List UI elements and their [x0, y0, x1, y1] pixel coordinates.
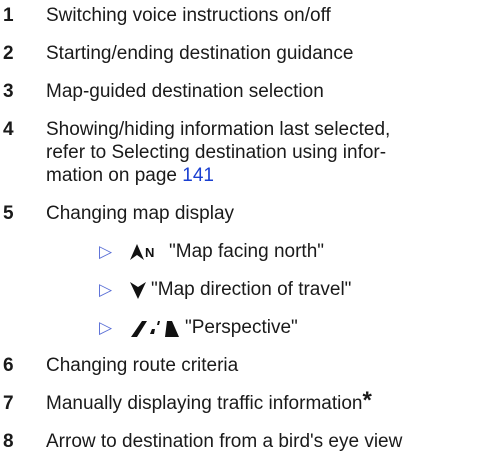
page-link[interactable]: 141 — [182, 165, 214, 186]
item-text: Showing/hiding information last selected… — [46, 118, 475, 187]
map-option-label: "Map direction of travel" — [151, 279, 352, 300]
item-text: Manually displaying traffic information* — [46, 389, 475, 415]
bullet-triangle-icon: ▷ — [99, 318, 113, 337]
item-text-line: Showing/hiding information last selected… — [46, 119, 391, 140]
item-number: 7 — [3, 393, 14, 414]
svg-text:N: N — [145, 245, 154, 260]
map-option-label: "Perspective" — [185, 317, 298, 338]
bullet-triangle-icon: ▷ — [99, 242, 113, 261]
direction-arrow-icon — [130, 281, 146, 299]
item-text-line: refer to Selecting destination using inf… — [46, 142, 387, 163]
item-text: Arrow to destination from a bird's eye v… — [46, 431, 403, 452]
item-text-line: mation on page — [46, 165, 183, 186]
perspective-road-icon — [131, 320, 179, 337]
item-number: 2 — [3, 43, 14, 64]
map-option-perspective: ▷ "Perspective" — [99, 316, 298, 339]
item-number: 1 — [3, 5, 14, 26]
map-option-north: ▷ N "Map facing north" — [99, 240, 324, 263]
item-text: Starting/ending destination guidance — [46, 43, 354, 64]
map-option-direction: ▷ "Map direction of travel" — [99, 278, 351, 301]
item-text: Changing route criteria — [46, 355, 239, 376]
item-number: 4 — [3, 119, 14, 140]
item-text: Switching voice instructions on/off — [46, 5, 331, 26]
option-marker: * — [362, 387, 372, 414]
north-arrow-icon: N — [130, 243, 154, 260]
item-number: 5 — [3, 203, 14, 224]
item-number: 8 — [3, 431, 14, 452]
item-number: 3 — [3, 81, 14, 102]
item-text-content: Manually displaying traffic information — [46, 393, 363, 414]
item-number: 6 — [3, 355, 14, 376]
item-text: Map-guided destination selection — [46, 81, 324, 102]
item-text: Changing map display — [46, 203, 235, 224]
map-option-label: "Map facing north" — [169, 241, 325, 262]
bullet-triangle-icon: ▷ — [99, 280, 113, 299]
